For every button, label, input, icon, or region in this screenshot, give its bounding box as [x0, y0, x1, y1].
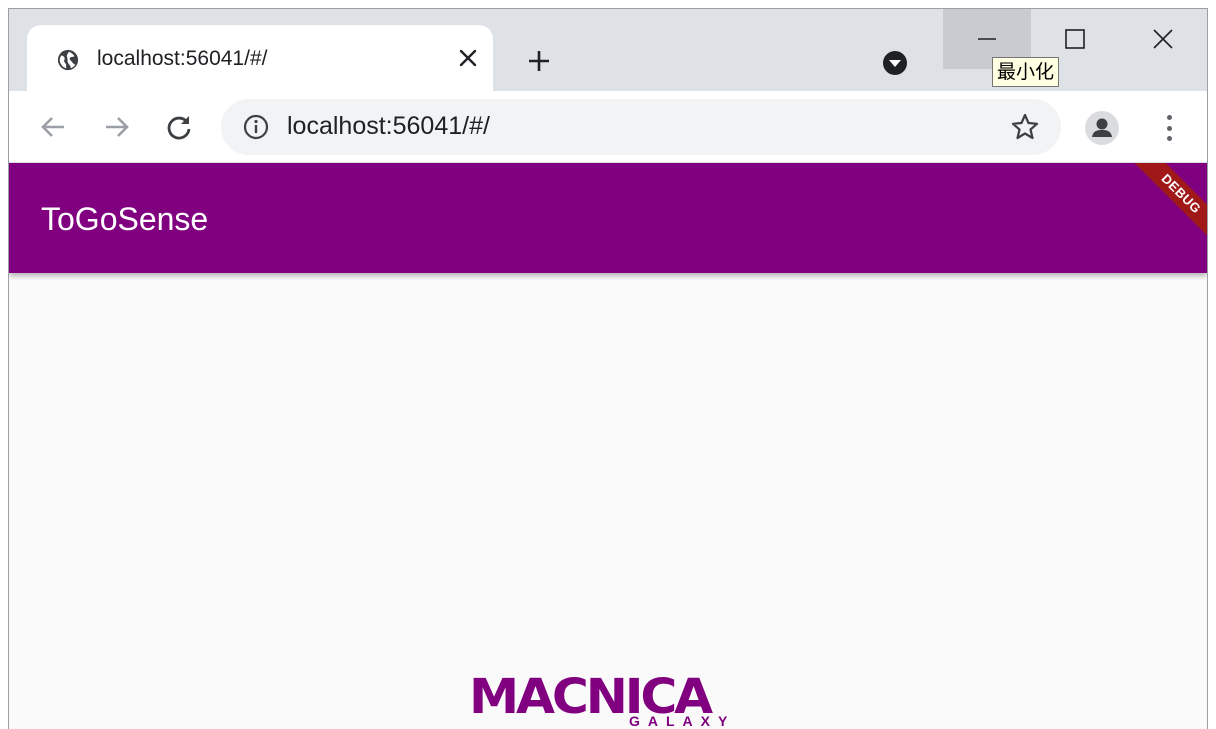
url-text[interactable]: localhost:56041/#/: [287, 112, 490, 141]
address-bar[interactable]: localhost:56041/#/: [221, 99, 1061, 155]
app-viewport: ToGoSense DEBUG MACNICA GALAXY: [9, 163, 1207, 729]
close-icon[interactable]: [451, 41, 485, 75]
minimize-icon: [978, 38, 996, 40]
back-arrow-icon: [41, 117, 64, 137]
forward-arrow-icon: [106, 117, 129, 137]
tab-search-icon[interactable]: [881, 49, 909, 77]
debug-banner: DEBUG: [1130, 163, 1207, 245]
back-button[interactable]: [35, 109, 71, 145]
info-icon[interactable]: [243, 114, 269, 140]
reload-icon: [167, 116, 191, 140]
maximize-icon: [1065, 29, 1085, 49]
tab-strip: localhost:56041/#/ 最小化: [9, 9, 1207, 91]
plus-icon: [529, 51, 549, 71]
minimize-tooltip: 最小化: [992, 57, 1060, 87]
app-bar: ToGoSense DEBUG: [9, 163, 1207, 273]
forward-button[interactable]: [99, 109, 135, 145]
browser-tab[interactable]: localhost:56041/#/: [27, 25, 493, 91]
macnica-logo: MACNICA GALAXY: [469, 655, 759, 729]
profile-icon: [1092, 118, 1112, 137]
browser-window: localhost:56041/#/ 最小化 localhost:56041/#…: [8, 8, 1208, 729]
globe-icon: [57, 49, 79, 71]
logo-sub-text: GALAXY: [629, 713, 736, 729]
kebab-menu-icon[interactable]: [1159, 111, 1179, 145]
reload-button[interactable]: [161, 109, 197, 145]
new-tab-button[interactable]: [519, 41, 559, 81]
page-title: ToGoSense: [41, 201, 209, 237]
window-close-button[interactable]: [1119, 9, 1207, 69]
tab-title: localhost:56041/#/: [97, 47, 268, 70]
profile-button[interactable]: [1085, 111, 1119, 145]
browser-toolbar: localhost:56041/#/: [9, 91, 1207, 163]
window-close-icon: [1153, 29, 1173, 49]
star-icon[interactable]: [1009, 111, 1041, 143]
